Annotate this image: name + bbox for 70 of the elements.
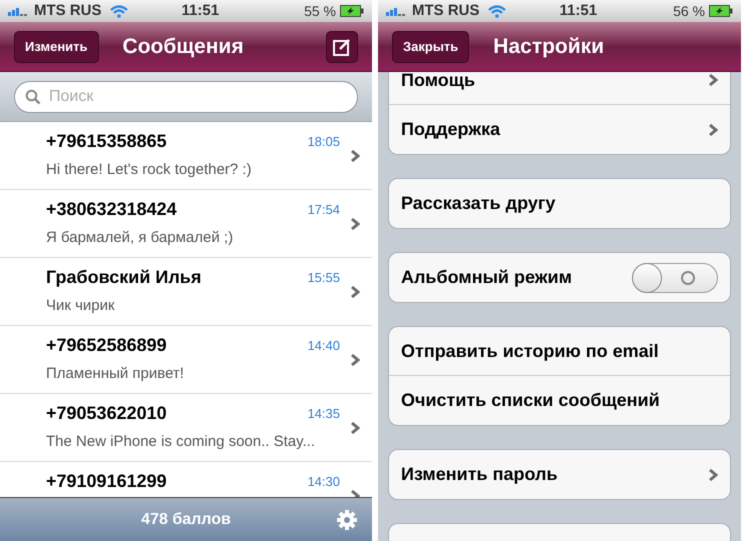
chevron-icon — [708, 73, 718, 87]
chevron-icon — [350, 148, 360, 162]
battery-charging-icon — [340, 5, 364, 17]
battery-charging-icon — [709, 5, 733, 17]
search-input[interactable]: Поиск — [49, 84, 347, 108]
search-icon — [25, 88, 41, 104]
clock-time: 11:51 — [182, 0, 220, 21]
toggle-knob[interactable] — [632, 262, 662, 292]
message-preview: Hi there! Let's rock together? :) — [46, 160, 252, 180]
settings-row[interactable]: Альбомный режим — [389, 253, 730, 302]
message-time: 18:05 — [307, 132, 340, 151]
settings-label: Изменить пароль — [401, 463, 558, 486]
search-field[interactable]: Поиск — [14, 80, 358, 112]
message-row[interactable]: +79652586899 14:40 Пламенный привет! — [0, 326, 372, 394]
battery-percent: 56 % — [673, 2, 705, 20]
wifi-icon — [110, 4, 128, 18]
message-preview: Чик чирик — [46, 296, 116, 316]
settings-icon[interactable] — [336, 508, 358, 530]
message-row[interactable]: +380632318424 17:54 Я бармалей, я бармалей ;) — [0, 190, 372, 258]
settings-label: Помощь — [401, 72, 476, 92]
message-time: 15:55 — [307, 268, 340, 287]
settings-label: Рассказать другу — [401, 192, 556, 215]
message-preview: Пламенный привет! — [46, 364, 185, 384]
nav-left-button[interactable]: Изменить — [14, 30, 99, 62]
message-time: 14:30 — [307, 472, 340, 491]
sender-name: +79652586899 — [46, 334, 167, 357]
message-time: 14:40 — [307, 336, 340, 355]
settings-row[interactable]: Поддержка — [389, 105, 730, 154]
sender-name: +79053622010 — [46, 402, 167, 425]
message-time: 17:54 — [307, 200, 340, 219]
settings-row[interactable]: Помощь — [389, 72, 730, 105]
chevron-icon — [708, 122, 718, 136]
settings-row[interactable]: Рассказать другу — [389, 179, 730, 228]
toggle-switch[interactable] — [632, 262, 718, 292]
nav-left-button[interactable]: Закрыть — [392, 30, 470, 62]
message-row[interactable]: Грабовский Илья 15:55 Чик чирик — [0, 258, 372, 326]
message-preview: The New iPhone is coming soon.. Stay... — [46, 432, 316, 452]
nav-title: Сообщения — [122, 34, 244, 60]
carrier-name: MTS RUS — [34, 0, 102, 21]
compose-icon — [332, 36, 352, 56]
toggle-circle-mark — [681, 270, 695, 284]
battery-percent: 55 % — [304, 2, 336, 20]
settings-label: Очистить списки сообщений — [401, 389, 660, 412]
settings-label: Альбомный режим — [401, 266, 572, 289]
settings-row[interactable]: Очистить списки сообщений — [389, 376, 730, 425]
message-row[interactable]: +79053622010 14:35 The New iPhone is coming soon.. Stay... — [0, 394, 372, 462]
settings-label: Поддержка — [401, 118, 500, 141]
chevron-icon — [350, 352, 360, 366]
nav-title: Настройки — [493, 34, 604, 60]
sender-name: +79615358865 — [46, 130, 167, 153]
chevron-icon — [350, 420, 360, 434]
settings-row[interactable]: Изменить пароль — [389, 450, 730, 499]
message-row[interactable]: +79615358865 18:05 Hi there! Let's rock together? :) — [0, 122, 372, 190]
points-count: 478 баллов — [141, 510, 231, 530]
message-time: 14:35 — [307, 404, 340, 423]
sender-name: +79109161299 — [46, 470, 167, 493]
settings-row[interactable]: Отправить историю по email — [389, 327, 730, 376]
carrier-name: MTS RUS — [412, 0, 480, 21]
signal-icon — [8, 6, 30, 16]
chevron-icon — [708, 468, 718, 482]
sender-name: Грабовский Илья — [46, 266, 202, 289]
sender-name: +380632318424 — [46, 198, 177, 221]
compose-button[interactable] — [326, 30, 358, 62]
chevron-icon — [350, 216, 360, 230]
chevron-icon — [350, 284, 360, 298]
message-preview: Я бармалей, я бармалей ;) — [46, 228, 234, 248]
signal-icon — [386, 6, 408, 16]
clock-time: 11:51 — [560, 0, 598, 21]
wifi-icon — [488, 4, 506, 18]
settings-label: Отправить историю по email — [401, 340, 659, 363]
